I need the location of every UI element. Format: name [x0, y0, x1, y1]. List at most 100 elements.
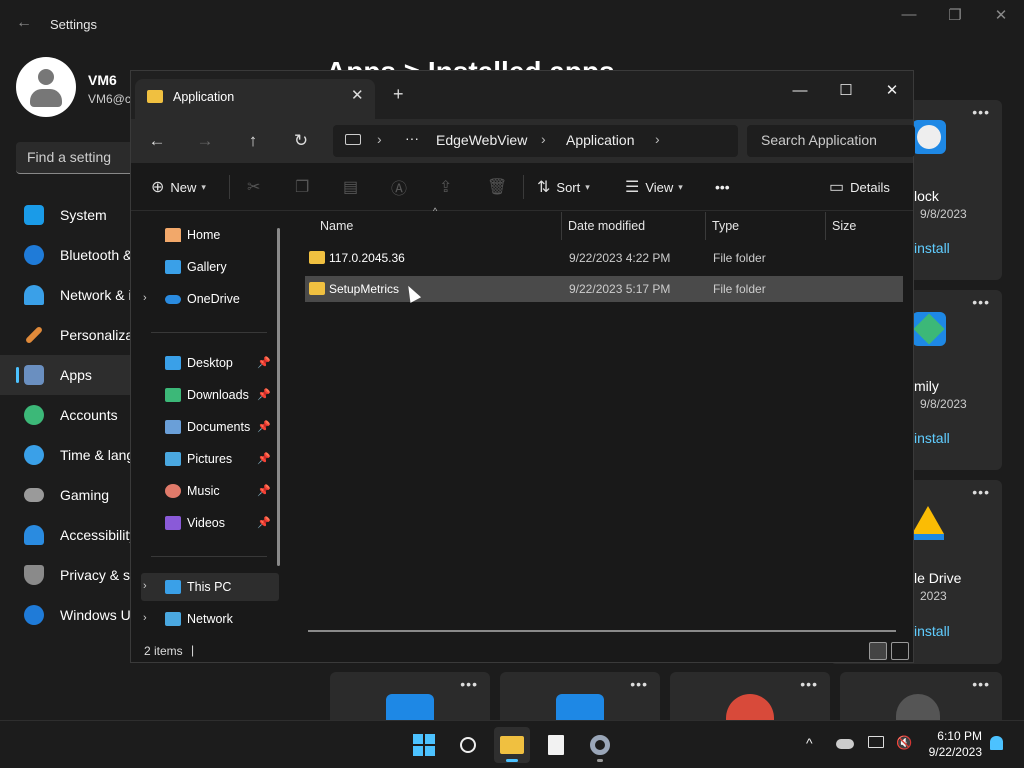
chevron-right-icon[interactable]: › — [143, 612, 147, 624]
up-button[interactable]: ↑ — [237, 127, 269, 155]
search-input[interactable]: Search Application — [747, 125, 915, 157]
address-bar[interactable]: › ··· EdgeWebView › Application › — [333, 125, 738, 157]
more-options-button[interactable]: ••• — [630, 676, 648, 692]
pin-icon[interactable]: 📌 — [257, 516, 271, 529]
chevron-right-icon[interactable]: › — [143, 580, 147, 592]
nav-home[interactable]: Home — [131, 221, 279, 249]
chevron-right-icon[interactable]: › — [143, 292, 147, 304]
item-count: 2 items — [144, 644, 183, 658]
sidebar-item-accounts[interactable]: Accounts — [0, 395, 130, 435]
new-tab-button[interactable]: + — [393, 84, 404, 105]
pin-icon[interactable]: 📌 — [257, 356, 271, 369]
sidebar-item-gaming[interactable]: Gaming — [0, 475, 130, 515]
taskbar-file-explorer[interactable] — [494, 727, 530, 763]
start-button[interactable] — [406, 727, 442, 763]
computer-icon — [165, 580, 181, 594]
rename-button[interactable]: Ⓐ — [391, 174, 413, 200]
system-icon — [24, 205, 44, 225]
sidebar-item-network[interactable]: Network & internet — [0, 275, 130, 315]
sidebar-item-personalization[interactable]: Personalization — [0, 315, 130, 355]
back-arrow-icon[interactable]: ← — [16, 14, 32, 32]
column-header-name[interactable]: Name — [320, 212, 353, 240]
settings-search-input[interactable]: Find a setting — [16, 142, 136, 174]
app-name: mily — [914, 378, 939, 394]
more-options-button[interactable]: ••• — [800, 676, 818, 692]
horizontal-scrollbar[interactable] — [308, 630, 896, 632]
pin-icon[interactable]: 📌 — [257, 420, 271, 433]
clock-date[interactable]: 9/22/2023 — [916, 745, 982, 759]
pin-icon[interactable]: 📌 — [257, 388, 271, 401]
column-header-type[interactable]: Type — [712, 212, 739, 240]
minimize-button[interactable]: — — [777, 76, 823, 106]
column-header-size[interactable]: Size — [832, 212, 856, 240]
uninstall-link[interactable]: install — [914, 240, 950, 256]
pin-icon[interactable]: 📌 — [257, 452, 271, 465]
nav-documents[interactable]: Documents 📌 — [131, 413, 279, 441]
onedrive-icon[interactable] — [836, 739, 854, 749]
maximize-button[interactable]: ☐ — [823, 76, 869, 106]
sort-button[interactable]: ⇅ Sort ▾ — [537, 174, 590, 200]
more-options-button[interactable]: ••• — [972, 676, 990, 692]
details-view-icon[interactable] — [869, 642, 887, 660]
volume-muted-icon[interactable]: 🔇 — [896, 735, 912, 751]
tiles-view-icon[interactable] — [891, 642, 909, 660]
close-button[interactable]: ✕ — [869, 76, 915, 106]
uninstall-link[interactable]: install — [914, 430, 950, 446]
chevron-right-icon: › — [377, 131, 382, 147]
settings-titlebar: ← Settings — ❐ ✕ — [0, 0, 1024, 48]
share-button[interactable]: ⇪ — [439, 174, 458, 200]
address-more-button[interactable]: ··· — [405, 130, 419, 146]
sidebar-item-system[interactable]: System — [0, 195, 130, 235]
sidebar-item-privacy[interactable]: Privacy & security — [0, 555, 130, 595]
notification-bell-icon[interactable] — [990, 736, 1003, 750]
nav-pictures[interactable]: Pictures 📌 — [131, 445, 279, 473]
tab-close-icon[interactable]: ✕ — [351, 86, 364, 104]
sidebar-item-accessibility[interactable]: Accessibility — [0, 515, 130, 555]
minimize-button[interactable]: — — [886, 6, 932, 23]
nav-this-pc[interactable]: › This PC — [141, 573, 279, 601]
more-options-button[interactable]: ••• — [460, 676, 478, 692]
taskbar-settings[interactable] — [582, 727, 618, 763]
refresh-button[interactable]: ↻ — [285, 127, 317, 155]
clock-time[interactable]: 6:10 PM — [916, 729, 982, 743]
nav-videos[interactable]: Videos 📌 — [131, 509, 279, 537]
nav-scrollbar[interactable] — [277, 228, 280, 566]
paste-button[interactable]: ▤ — [343, 174, 364, 200]
sidebar-item-time-language[interactable]: Time & language — [0, 435, 130, 475]
delete-button[interactable]: 🗑 — [487, 174, 513, 200]
cut-button[interactable]: ✂ — [247, 174, 266, 200]
table-row[interactable]: 117.0.2045.36 9/22/2023 4:22 PM File fol… — [305, 245, 903, 271]
folder-icon — [147, 90, 163, 103]
clipboard-icon: ▤ — [343, 179, 359, 196]
copy-button[interactable]: ❐ — [295, 174, 315, 200]
close-button[interactable]: ✕ — [978, 6, 1024, 24]
sidebar-item-apps[interactable]: Apps — [0, 355, 130, 395]
more-options-button[interactable]: ••• — [715, 174, 730, 200]
network-icon[interactable] — [868, 736, 884, 748]
breadcrumb-edgewebview[interactable]: EdgeWebView — [436, 132, 527, 148]
chevron-up-icon[interactable]: ^ — [806, 735, 813, 751]
taskbar-notepad[interactable] — [538, 727, 574, 763]
view-list-icon: ☰ — [625, 179, 640, 196]
uninstall-link[interactable]: install — [914, 623, 950, 639]
search-button[interactable] — [450, 727, 486, 763]
breadcrumb-application[interactable]: Application — [566, 132, 635, 148]
sidebar-item-bluetooth[interactable]: Bluetooth & devices — [0, 235, 130, 275]
restore-button[interactable]: ❐ — [932, 6, 978, 24]
nav-music[interactable]: Music 📌 — [131, 477, 279, 505]
view-button[interactable]: ☰ View ▾ — [625, 174, 683, 200]
nav-desktop[interactable]: Desktop 📌 — [131, 349, 279, 377]
forward-button[interactable]: → — [189, 127, 221, 155]
details-button[interactable]: ▭ Details — [829, 174, 890, 200]
new-button[interactable]: ⊕ New ▾ — [151, 174, 206, 200]
nav-onedrive[interactable]: › OneDrive — [131, 285, 279, 313]
sidebar-item-windows-update[interactable]: Windows Update — [0, 595, 130, 635]
table-row[interactable]: SetupMetrics 9/22/2023 5:17 PM File fold… — [305, 276, 903, 302]
back-button[interactable]: ← — [141, 127, 173, 155]
pin-icon[interactable]: 📌 — [257, 484, 271, 497]
nav-network[interactable]: › Network — [131, 605, 279, 633]
nav-gallery[interactable]: Gallery — [131, 253, 279, 281]
nav-downloads[interactable]: Downloads 📌 — [131, 381, 279, 409]
column-header-date[interactable]: Date modified — [568, 212, 645, 240]
tab-application[interactable]: Application ✕ — [135, 79, 375, 119]
